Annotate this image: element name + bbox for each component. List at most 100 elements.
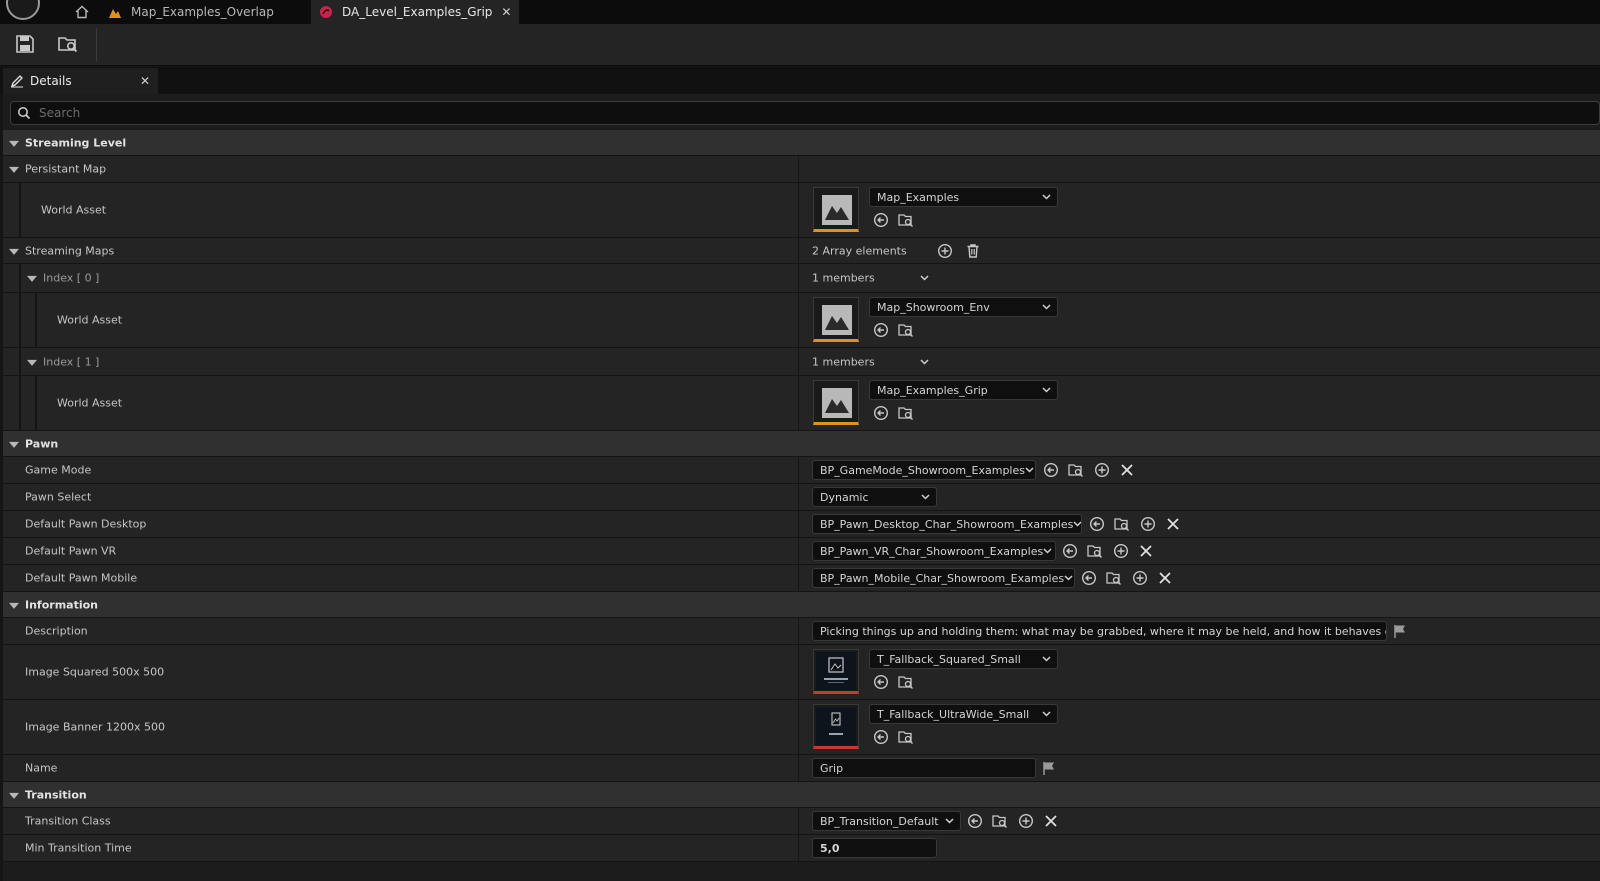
default-pawn-vr-combo[interactable]: BP_Pawn_VR_Char_Showroom_Examples [812, 541, 1056, 561]
details-tab-label: Details [30, 74, 72, 88]
category-streaming-level[interactable]: Streaming Level [3, 130, 1600, 156]
property-row-transition-class: Transition Class BP_Transition_Default [3, 808, 1600, 835]
property-label: Transition Class [25, 814, 111, 828]
world-asset-thumbnail[interactable] [813, 380, 859, 425]
add-element-icon[interactable] [937, 243, 953, 259]
indent-guide [19, 348, 21, 375]
property-label: Min Transition Time [25, 841, 132, 855]
browse-icon[interactable] [898, 322, 914, 338]
combo-value: BP_Pawn_Mobile_Char_Showroom_Examples [820, 571, 1065, 585]
expand-arrow-icon[interactable] [9, 248, 19, 255]
property-row-image-squared: Image Squared 500x 500 T_Fallback_Square… [3, 645, 1600, 700]
combo-value: BP_GameMode_Showroom_Examples [820, 463, 1025, 477]
browse-icon[interactable] [1087, 543, 1103, 559]
tab-map-examples-overlap[interactable]: Map_Examples_Overlap [108, 0, 308, 24]
browse-icon[interactable] [898, 212, 914, 228]
expand-arrow-icon[interactable] [9, 441, 19, 448]
property-row-default-pawn-desktop: Default Pawn Desktop BP_Pawn_Desktop_Cha… [3, 511, 1600, 538]
use-selected-icon[interactable] [1062, 543, 1078, 559]
clear-icon[interactable] [1157, 570, 1173, 586]
use-selected-icon[interactable] [1089, 516, 1105, 532]
save-icon[interactable] [14, 33, 36, 55]
name-input[interactable]: Grip [812, 758, 1036, 778]
expand-arrow-icon[interactable] [9, 792, 19, 799]
localization-flag-icon[interactable] [1041, 760, 1057, 776]
property-label: Name [25, 761, 58, 775]
default-pawn-mobile-combo[interactable]: BP_Pawn_Mobile_Char_Showroom_Examples [812, 568, 1075, 588]
home-icon[interactable] [74, 4, 90, 20]
group-streaming-maps[interactable]: Streaming Maps 2 Array elements [3, 238, 1600, 264]
default-pawn-desktop-combo[interactable]: BP_Pawn_Desktop_Char_Showroom_Examples [812, 514, 1082, 534]
transition-class-combo[interactable]: BP_Transition_Default [812, 811, 961, 831]
category-pawn[interactable]: Pawn [3, 431, 1600, 457]
world-asset-thumbnail[interactable] [813, 297, 859, 342]
use-selected-icon[interactable] [873, 322, 889, 338]
use-selected-icon[interactable] [873, 212, 889, 228]
chevron-down-icon[interactable] [920, 359, 929, 365]
search-box[interactable] [10, 101, 1600, 125]
use-selected-icon[interactable] [967, 813, 983, 829]
add-icon[interactable] [1140, 516, 1156, 532]
property-label: World Asset [57, 396, 123, 410]
description-input[interactable]: Picking things up and holding them: what… [812, 621, 1387, 641]
image-squared-combo[interactable]: T_Fallback_Squared_Small [869, 649, 1058, 669]
browse-icon[interactable] [898, 674, 914, 690]
array-index-0[interactable]: Index [ 0 ] 1 members [3, 264, 1600, 293]
property-label: Pawn Select [25, 490, 92, 504]
browse-icon[interactable] [992, 813, 1008, 829]
category-information[interactable]: Information [3, 592, 1600, 618]
add-icon[interactable] [1113, 543, 1129, 559]
array-index-1[interactable]: Index [ 1 ] 1 members [3, 348, 1600, 376]
use-selected-icon[interactable] [873, 729, 889, 745]
use-selected-icon[interactable] [873, 405, 889, 421]
texture-thumbnail[interactable] [813, 704, 859, 749]
world-asset-thumbnail[interactable] [813, 187, 859, 232]
expand-arrow-icon[interactable] [27, 275, 37, 282]
texture-thumbnail[interactable] [813, 649, 859, 694]
chevron-down-icon[interactable] [920, 275, 929, 281]
combo-value: Map_Examples [877, 190, 960, 204]
expand-arrow-icon[interactable] [9, 166, 19, 173]
close-details-icon[interactable]: ✕ [140, 74, 150, 88]
chevron-down-icon [1042, 304, 1051, 310]
add-icon[interactable] [1132, 570, 1148, 586]
browse-asset-icon[interactable] [57, 33, 79, 55]
expand-arrow-icon[interactable] [9, 602, 19, 609]
clear-icon[interactable] [1138, 543, 1154, 559]
world-asset-combo[interactable]: Map_Showroom_Env [869, 297, 1058, 317]
expand-arrow-icon[interactable] [9, 140, 19, 147]
localization-flag-icon[interactable] [1392, 623, 1408, 639]
clear-icon[interactable] [1043, 813, 1059, 829]
browse-icon[interactable] [1068, 462, 1084, 478]
category-transition[interactable]: Transition [3, 782, 1600, 808]
trash-icon[interactable] [965, 243, 981, 259]
column-divider [798, 538, 799, 564]
group-persistant-map[interactable]: Persistant Map [3, 156, 1600, 183]
use-selected-icon[interactable] [873, 674, 889, 690]
property-row-image-banner: Image Banner 1200x 500 T_Fallback_UltraW… [3, 700, 1600, 755]
use-selected-icon[interactable] [1081, 570, 1097, 586]
column-divider [798, 376, 799, 430]
clear-icon[interactable] [1119, 462, 1135, 478]
browse-icon[interactable] [1106, 570, 1122, 586]
browse-icon[interactable] [1114, 516, 1130, 532]
add-icon[interactable] [1018, 813, 1034, 829]
game-mode-combo[interactable]: BP_GameMode_Showroom_Examples [812, 460, 1036, 480]
close-tab-icon[interactable]: ✕ [501, 5, 511, 19]
min-transition-time-input[interactable]: 5,0 [812, 838, 937, 858]
use-selected-icon[interactable] [1043, 462, 1059, 478]
toolbar-divider [96, 28, 97, 62]
add-icon[interactable] [1094, 462, 1110, 478]
tab-da-level-examples-grip[interactable]: DA_Level_Examples_Grip ✕ [311, 0, 519, 24]
expand-arrow-icon[interactable] [27, 359, 37, 366]
world-asset-combo[interactable]: Map_Examples_Grip [869, 380, 1058, 400]
clear-icon[interactable] [1165, 516, 1181, 532]
browse-icon[interactable] [898, 405, 914, 421]
details-tab[interactable]: Details ✕ [3, 68, 158, 94]
browse-icon[interactable] [898, 729, 914, 745]
world-asset-combo[interactable]: Map_Examples [869, 187, 1058, 207]
image-banner-combo[interactable]: T_Fallback_UltraWide_Small [869, 704, 1058, 724]
pawn-select-combo[interactable]: Dynamic [812, 487, 937, 507]
search-input[interactable] [37, 105, 1537, 121]
chevron-down-icon [1042, 194, 1051, 200]
